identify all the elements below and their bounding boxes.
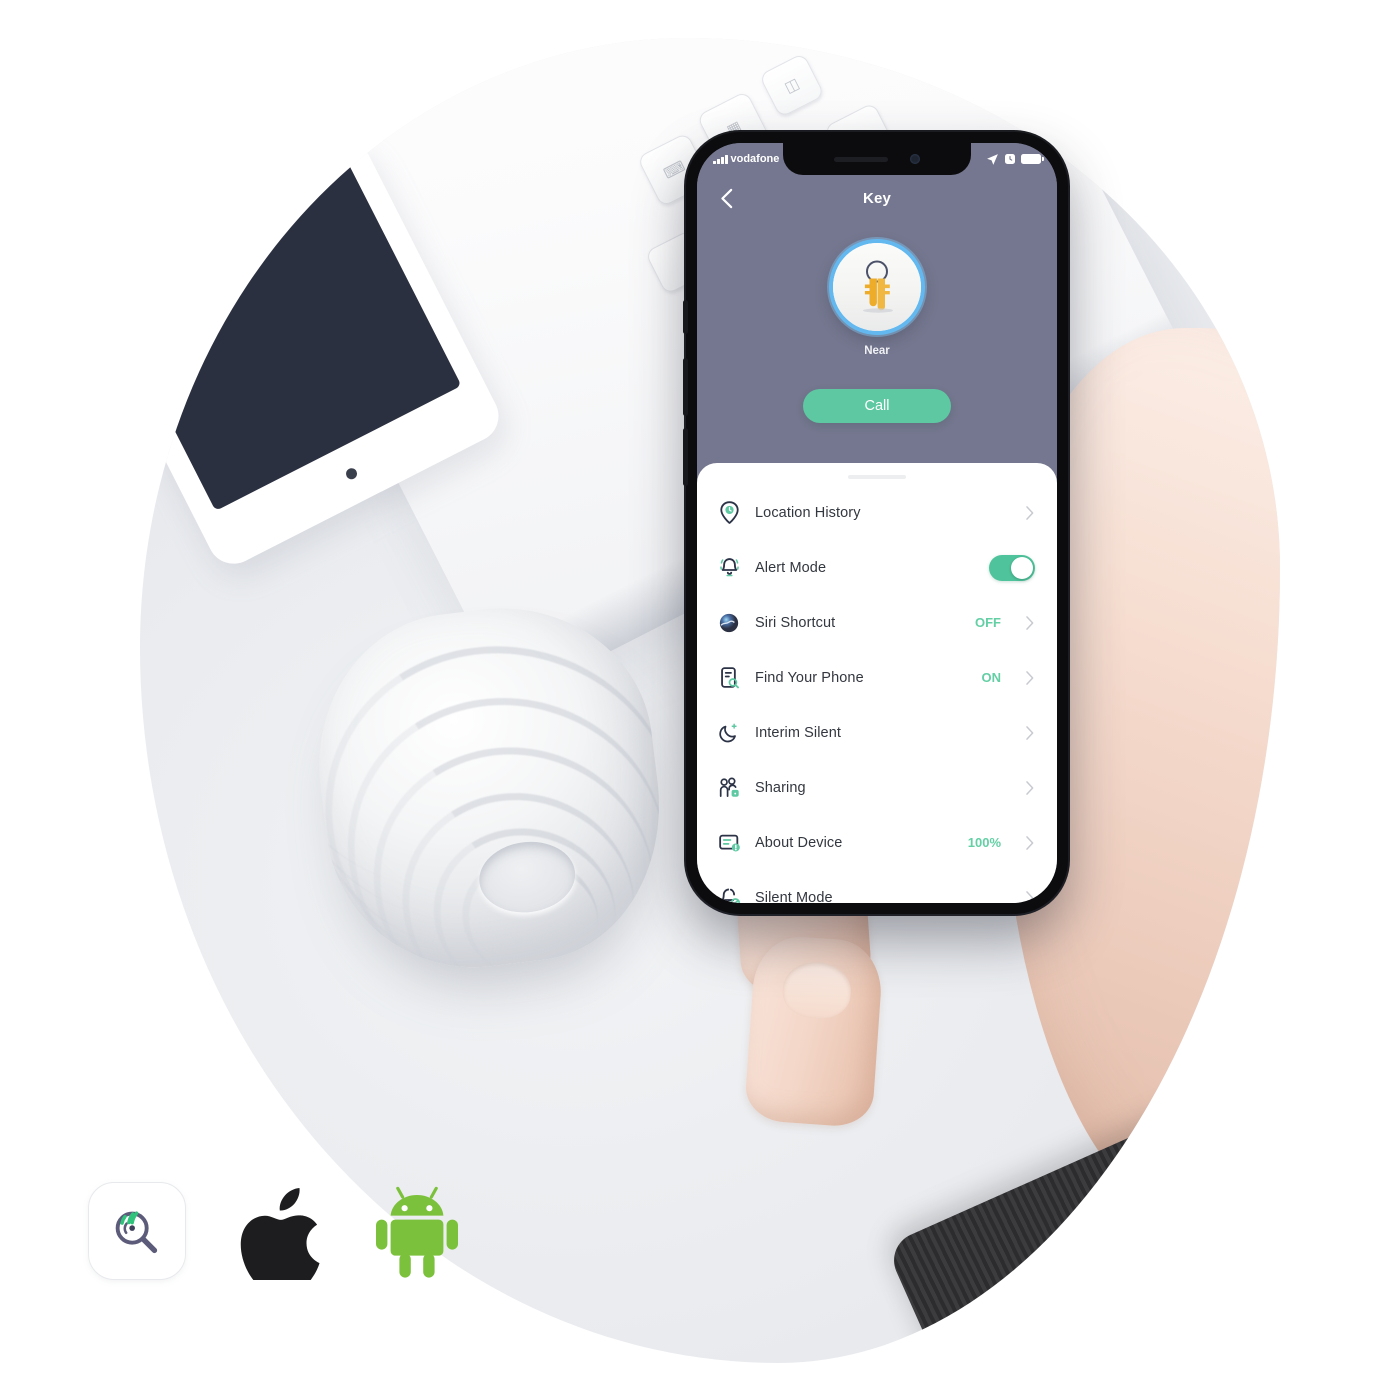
back-button[interactable] — [715, 187, 737, 209]
tracker-magnifier-app-icon — [115, 1211, 158, 1254]
apple-logo-icon — [240, 1188, 320, 1280]
sheet-grabber[interactable] — [848, 475, 906, 479]
list-item-value: OFF — [975, 615, 1001, 630]
siri-orb-icon — [717, 611, 741, 635]
list-item-alert-mode[interactable]: Alert Mode — [697, 540, 1057, 595]
list-item-label: Silent Mode — [755, 889, 833, 904]
settings-list: Location History Alert Mode Siri Shortcu… — [697, 481, 1057, 903]
pinky-finger — [743, 933, 885, 1129]
status-bar-left: vodafone — [713, 153, 779, 165]
android-robot-icon — [376, 1186, 458, 1278]
battery-icon — [1021, 154, 1044, 164]
list-item-label: Sharing — [755, 779, 806, 796]
tablet-camera-icon — [344, 466, 359, 482]
carrier-name: vodafone — [730, 153, 780, 165]
app-icon-badge[interactable] — [88, 1182, 186, 1280]
fingernail — [780, 959, 853, 1021]
chevron-right-icon — [1026, 505, 1034, 520]
list-item-label: Alert Mode — [755, 559, 827, 576]
settings-sheet: Location History Alert Mode Siri Shortcu… — [697, 463, 1057, 903]
list-item-value: 100% — [967, 835, 1001, 850]
list-item-label: Interim Silent — [755, 724, 842, 741]
keyboard-key: ◫ — [758, 52, 826, 119]
earpiece-speaker-icon — [834, 156, 888, 162]
page-title: Key — [862, 189, 892, 207]
device-avatar[interactable] — [829, 239, 925, 335]
signal-bars-icon — [713, 154, 728, 164]
list-item-label: About Device — [755, 834, 843, 851]
location-arrow-icon — [987, 153, 998, 165]
front-camera-icon — [910, 154, 920, 164]
status-bar-right — [986, 153, 1044, 166]
chevron-right-icon — [1026, 890, 1034, 903]
list-item-label: Siri Shortcut — [755, 614, 836, 631]
list-item-silent-mode[interactable]: Silent Mode — [697, 870, 1057, 903]
chevron-right-icon — [1026, 725, 1034, 740]
list-item-label: Location History — [755, 504, 861, 521]
key-glyph: ◫ — [781, 74, 803, 97]
platform-badges — [88, 1182, 460, 1280]
bell-muted-icon — [717, 886, 741, 903]
device-info-icon — [717, 831, 741, 855]
alert-mode-toggle[interactable] — [989, 554, 1035, 581]
list-item-value: ON — [981, 670, 1002, 685]
chevron-right-icon — [1026, 670, 1034, 685]
phone-search-icon — [717, 666, 741, 690]
volume-down-button[interactable] — [683, 428, 688, 486]
list-item-label: Find Your Phone — [755, 669, 864, 686]
people-share-icon — [717, 776, 741, 800]
bluetooth-tracker-puck — [301, 590, 678, 985]
android-badge[interactable] — [374, 1183, 460, 1279]
volume-up-button[interactable] — [683, 358, 688, 416]
list-item-interim-silent[interactable]: Interim Silent — [697, 705, 1057, 760]
apple-badge[interactable] — [238, 1182, 322, 1280]
list-item-find-your-phone[interactable]: Find Your Phone ON — [697, 650, 1057, 705]
list-item-siri-shortcut[interactable]: Siri Shortcut OFF — [697, 595, 1057, 650]
notch — [783, 143, 971, 175]
chevron-right-icon — [1026, 780, 1034, 795]
phone-screen: vodafone Key Near Call Location History … — [697, 143, 1057, 903]
location-pin-history-icon — [717, 501, 741, 525]
bell-alert-icon — [717, 556, 741, 580]
call-button[interactable]: Call — [803, 389, 951, 423]
alarm-clock-icon — [1005, 154, 1015, 164]
proximity-status: Near — [864, 345, 890, 357]
list-item-about-device[interactable]: About Device 100% — [697, 815, 1057, 870]
moon-sparkle-icon — [717, 721, 741, 745]
avatar-inner — [833, 243, 921, 331]
list-item-location-history[interactable]: Location History — [697, 485, 1057, 540]
device-header: Key Near Call — [697, 143, 1057, 463]
chevron-right-icon — [1026, 615, 1034, 630]
poster-canvas: ⌨ ▦ ◫ ⧉ # — [0, 0, 1400, 1400]
list-item-sharing[interactable]: Sharing — [697, 760, 1057, 815]
mute-switch[interactable] — [683, 300, 688, 334]
keys-icon — [863, 260, 893, 313]
nav-bar: Key — [697, 179, 1057, 217]
chevron-left-icon — [720, 188, 732, 208]
chevron-right-icon — [1026, 835, 1034, 850]
smartphone-device: vodafone Key Near Call Location History … — [683, 132, 1068, 914]
toggle-knob — [1011, 556, 1033, 579]
